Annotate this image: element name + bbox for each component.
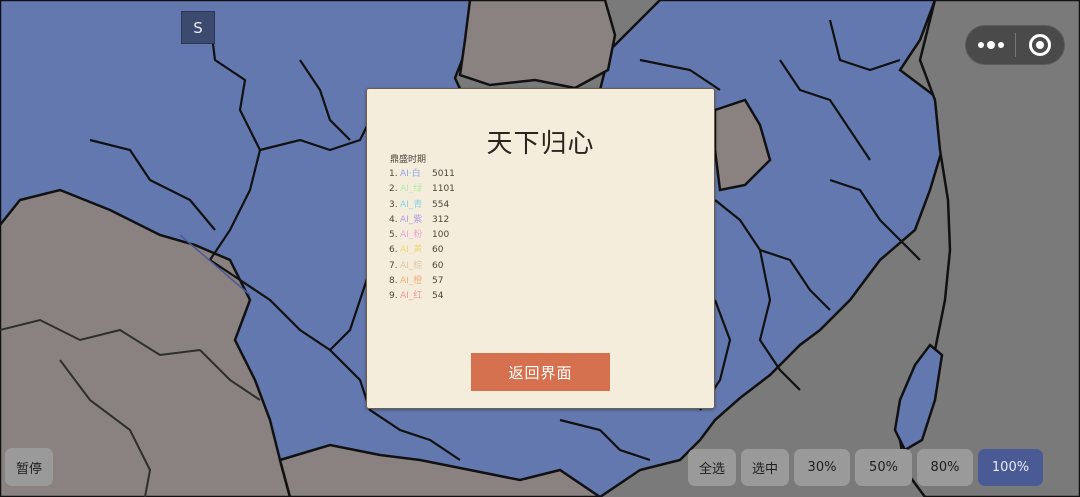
- ranking-row: 9. AI_红 54: [389, 289, 455, 304]
- ranking-player-name: AI·白: [400, 169, 421, 179]
- ranking-index: 2.: [389, 184, 398, 195]
- ranking-index: 8.: [389, 276, 398, 287]
- pause-button[interactable]: 暂停: [5, 448, 53, 486]
- ranking-row: 1. AI·白 5011: [389, 167, 455, 182]
- ranking-index: 4.: [389, 214, 398, 225]
- ranking-row: 7. AI_棕 60: [389, 259, 455, 274]
- ranking-score: 54: [432, 291, 444, 302]
- percent-80-button[interactable]: 80%: [917, 449, 973, 486]
- ranking-score: 312: [432, 214, 450, 225]
- ranking-row: 5. AI_粉 100: [389, 228, 455, 243]
- more-dots-icon[interactable]: [966, 41, 1015, 49]
- ranking-row: 4. AI_紫 312: [389, 213, 455, 228]
- percent-30-button[interactable]: 30%: [794, 449, 850, 486]
- percent-100-button[interactable]: 100%: [978, 449, 1043, 486]
- ranking-player-name: AI_橙: [400, 276, 423, 287]
- ranking-index: 7.: [389, 260, 398, 271]
- victory-dialog: 天下归心 鼎盛时期 1. AI·白 5011 2. AI_绿 1101 3. AI_青 554 4…: [366, 88, 715, 409]
- ranking-player-name: AI_紫: [400, 214, 423, 225]
- ranking-player-name: AI_红: [400, 291, 423, 302]
- neutral-territory-north[interactable]: [458, 0, 617, 90]
- ranking-player-name: AI_棕: [400, 260, 423, 271]
- ranking-index: 9.: [389, 291, 398, 302]
- ranking-player-name: AI_绿: [400, 184, 423, 195]
- select-all-button[interactable]: 全选: [688, 449, 736, 486]
- ranking-score: 100: [432, 230, 450, 241]
- player-badge[interactable]: S: [181, 11, 215, 44]
- select-button[interactable]: 选中: [741, 449, 789, 486]
- ranking-score: 554: [432, 199, 450, 210]
- ranking-list: 1. AI·白 5011 2. AI_绿 1101 3. AI_青 554 4. AI_紫 312 5.…: [389, 167, 455, 305]
- ranking-row: 2. AI_绿 1101: [389, 182, 455, 197]
- ranking-row: 6. AI_黄 60: [389, 243, 455, 258]
- ranking-row: 8. AI_橙 57: [389, 274, 455, 289]
- ranking-player-name: AI_黄: [400, 245, 423, 256]
- ranking-subtitle: 鼎盛时期: [390, 155, 427, 165]
- ranking-row: 3. AI_青 554: [389, 198, 455, 213]
- ranking-score: 5011: [432, 169, 455, 179]
- ranking-index: 5.: [389, 230, 398, 241]
- ranking-player-name: AI_青: [400, 199, 423, 210]
- ranking-index: 3.: [389, 199, 398, 210]
- ranking-player-name: AI_粉: [400, 230, 423, 241]
- ranking-index: 1.: [389, 169, 398, 179]
- mini-program-capsule: [965, 25, 1065, 65]
- percent-50-button[interactable]: 50%: [855, 449, 912, 486]
- ranking-score: 1101: [432, 184, 455, 195]
- ranking-score: 57: [432, 276, 444, 287]
- return-button[interactable]: 返回界面: [471, 353, 610, 391]
- target-icon[interactable]: [1016, 34, 1064, 56]
- ranking-score: 60: [432, 260, 444, 271]
- ranking-score: 60: [432, 245, 444, 256]
- player-badge-label: S: [193, 18, 203, 37]
- ranking-index: 6.: [389, 245, 398, 256]
